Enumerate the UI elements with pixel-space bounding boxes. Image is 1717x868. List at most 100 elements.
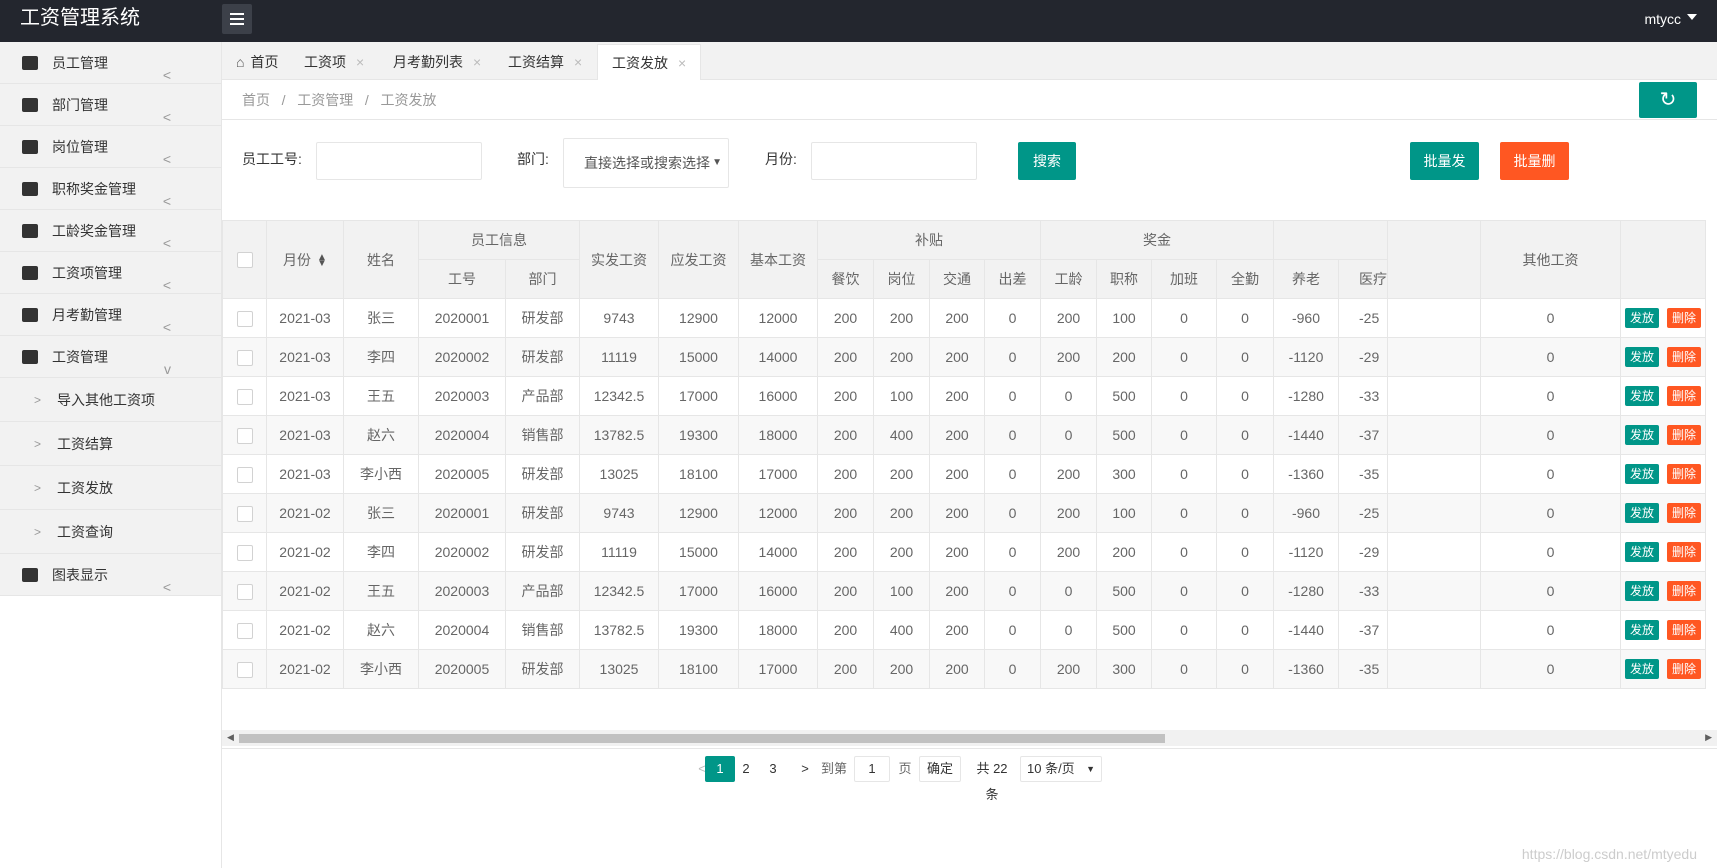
- horizontal-scrollbar[interactable]: ◀ ▶: [222, 730, 1717, 746]
- page-1[interactable]: 1: [705, 756, 735, 782]
- tab-home[interactable]: ⌂ 首页: [222, 44, 292, 80]
- scroll-left-icon[interactable]: ◀: [227, 732, 234, 743]
- page-3[interactable]: 3: [765, 756, 781, 782]
- sidebar-subitem-settlement[interactable]: > 工资结算: [0, 422, 221, 466]
- row-checkbox[interactable]: [236, 622, 253, 639]
- tab-settlement[interactable]: 工资结算 ×: [494, 44, 596, 80]
- pay-button[interactable]: 发放: [1625, 620, 1660, 640]
- pay-button[interactable]: 发放: [1625, 542, 1660, 562]
- row-select-cell: [222, 298, 267, 338]
- close-icon[interactable]: ×: [678, 55, 686, 71]
- select-all-checkbox[interactable]: [236, 252, 253, 269]
- cell-dept: 销售部: [505, 415, 580, 455]
- cell-seniority: 200: [1040, 454, 1097, 494]
- sidebar-item-position[interactable]: 岗位管理 <: [0, 126, 221, 168]
- month-input[interactable]: [811, 142, 977, 180]
- cell-meal: 200: [817, 337, 874, 377]
- sidebar-item-title-bonus[interactable]: 职称奖金管理 <: [0, 168, 221, 210]
- pay-button[interactable]: 发放: [1625, 347, 1660, 367]
- row-checkbox[interactable]: [236, 310, 253, 327]
- sidebar-subitem-import[interactable]: > 导入其他工资项: [0, 378, 221, 422]
- delete-button[interactable]: 删除: [1667, 503, 1702, 523]
- delete-button[interactable]: 删除: [1667, 464, 1702, 484]
- cell-base: 17000: [738, 454, 818, 494]
- row-actions: 发放 删除: [1619, 649, 1707, 689]
- menu-toggle-icon[interactable]: [222, 4, 252, 34]
- delete-button[interactable]: 删除: [1667, 425, 1702, 445]
- tab-payout[interactable]: 工资发放 ×: [597, 44, 702, 80]
- sort-icon[interactable]: ▲ ▼: [317, 252, 327, 268]
- delete-button[interactable]: 删除: [1667, 659, 1702, 679]
- tab-attendance-list[interactable]: 月考勤列表 ×: [379, 44, 495, 80]
- cell-full: 0: [1216, 571, 1274, 611]
- delete-button[interactable]: 删除: [1667, 308, 1702, 328]
- row-actions: 发放 删除: [1619, 298, 1707, 338]
- cell-pension: -1280: [1273, 376, 1339, 416]
- cell-full: 0: [1216, 337, 1274, 377]
- row-checkbox[interactable]: [236, 661, 253, 678]
- header-name: 姓名: [343, 220, 419, 299]
- delete-button[interactable]: 删除: [1667, 620, 1702, 640]
- close-icon[interactable]: ×: [356, 54, 364, 70]
- sidebar-item-salary[interactable]: 工资管理 v: [0, 336, 221, 378]
- sidebar-item-employee[interactable]: 员工管理 <: [0, 42, 221, 84]
- pay-button[interactable]: 发放: [1625, 308, 1660, 328]
- row-checkbox[interactable]: [236, 388, 253, 405]
- table-row: 2021-03 李四 2020002 研发部 11119 15000 14000 200 200…: [222, 337, 1707, 377]
- page-size-select[interactable]: 10 条/页 ▼: [1020, 756, 1102, 782]
- goto-page-input[interactable]: 1: [854, 756, 890, 782]
- cell-name: 王五: [343, 376, 419, 416]
- sidebar-item-charts[interactable]: 图表显示 <: [0, 554, 221, 596]
- refresh-button[interactable]: ↻: [1639, 82, 1697, 118]
- header-title: 职称: [1096, 259, 1152, 299]
- goto-confirm-button[interactable]: 确定: [919, 756, 961, 782]
- row-checkbox[interactable]: [236, 544, 253, 561]
- pay-button[interactable]: 发放: [1625, 464, 1660, 484]
- cell-base: 14000: [738, 337, 818, 377]
- scroll-right-icon[interactable]: ▶: [1705, 732, 1712, 743]
- header-month[interactable]: 月份 ▲ ▼: [266, 220, 344, 299]
- search-button[interactable]: 搜索: [1018, 142, 1076, 180]
- fixed-gap-cell: [1387, 493, 1481, 533]
- delete-button[interactable]: 删除: [1667, 581, 1702, 601]
- pay-button[interactable]: 发放: [1625, 503, 1660, 523]
- row-checkbox[interactable]: [236, 466, 253, 483]
- row-checkbox[interactable]: [236, 505, 253, 522]
- pay-button[interactable]: 发放: [1625, 581, 1660, 601]
- cell-other: 0: [1480, 532, 1621, 572]
- tab-salary-items[interactable]: 工资项 ×: [290, 44, 378, 80]
- close-icon[interactable]: ×: [574, 54, 582, 70]
- next-page-icon[interactable]: >: [797, 756, 813, 782]
- emp-no-input[interactable]: [316, 142, 482, 180]
- sidebar-item-department[interactable]: 部门管理 <: [0, 84, 221, 126]
- pay-button[interactable]: 发放: [1625, 659, 1660, 679]
- cell-post: 400: [873, 415, 930, 455]
- pay-button[interactable]: 发放: [1625, 386, 1660, 406]
- cell-base: 12000: [738, 298, 818, 338]
- delete-button[interactable]: 删除: [1667, 386, 1702, 406]
- cell-overtime: 0: [1151, 337, 1217, 377]
- close-icon[interactable]: ×: [473, 54, 481, 70]
- chevron-right-icon: >: [34, 393, 42, 407]
- delete-button[interactable]: 删除: [1667, 347, 1702, 367]
- batch-delete-button[interactable]: 批量删除: [1500, 142, 1569, 207]
- row-checkbox[interactable]: [236, 349, 253, 366]
- fixed-gap-cell: [1387, 415, 1481, 455]
- page-2[interactable]: 2: [738, 756, 754, 782]
- sidebar-item-seniority-bonus[interactable]: 工龄奖金管理 <: [0, 210, 221, 252]
- batch-pay-button[interactable]: 批量发放: [1410, 142, 1479, 207]
- row-checkbox[interactable]: [236, 583, 253, 600]
- dept-select[interactable]: 直接选择或搜索选择 ▼: [563, 138, 729, 188]
- sidebar-item-attendance[interactable]: 月考勤管理 <: [0, 294, 221, 336]
- user-menu[interactable]: mtycc: [1644, 0, 1697, 38]
- scroll-thumb[interactable]: [239, 734, 1165, 743]
- cell-trip: 0: [984, 493, 1041, 533]
- table-row: 2021-03 张三 2020001 研发部 9743 12900 12000 200 200 2…: [222, 298, 1707, 338]
- delete-button[interactable]: 删除: [1667, 542, 1702, 562]
- sidebar-item-salary-items[interactable]: 工资项管理 <: [0, 252, 221, 294]
- sidebar-subitem-payout[interactable]: > 工资发放: [0, 466, 221, 510]
- cell-other: 0: [1480, 649, 1621, 689]
- row-checkbox[interactable]: [236, 427, 253, 444]
- sidebar-subitem-query[interactable]: > 工资查询: [0, 510, 221, 554]
- pay-button[interactable]: 发放: [1625, 425, 1660, 445]
